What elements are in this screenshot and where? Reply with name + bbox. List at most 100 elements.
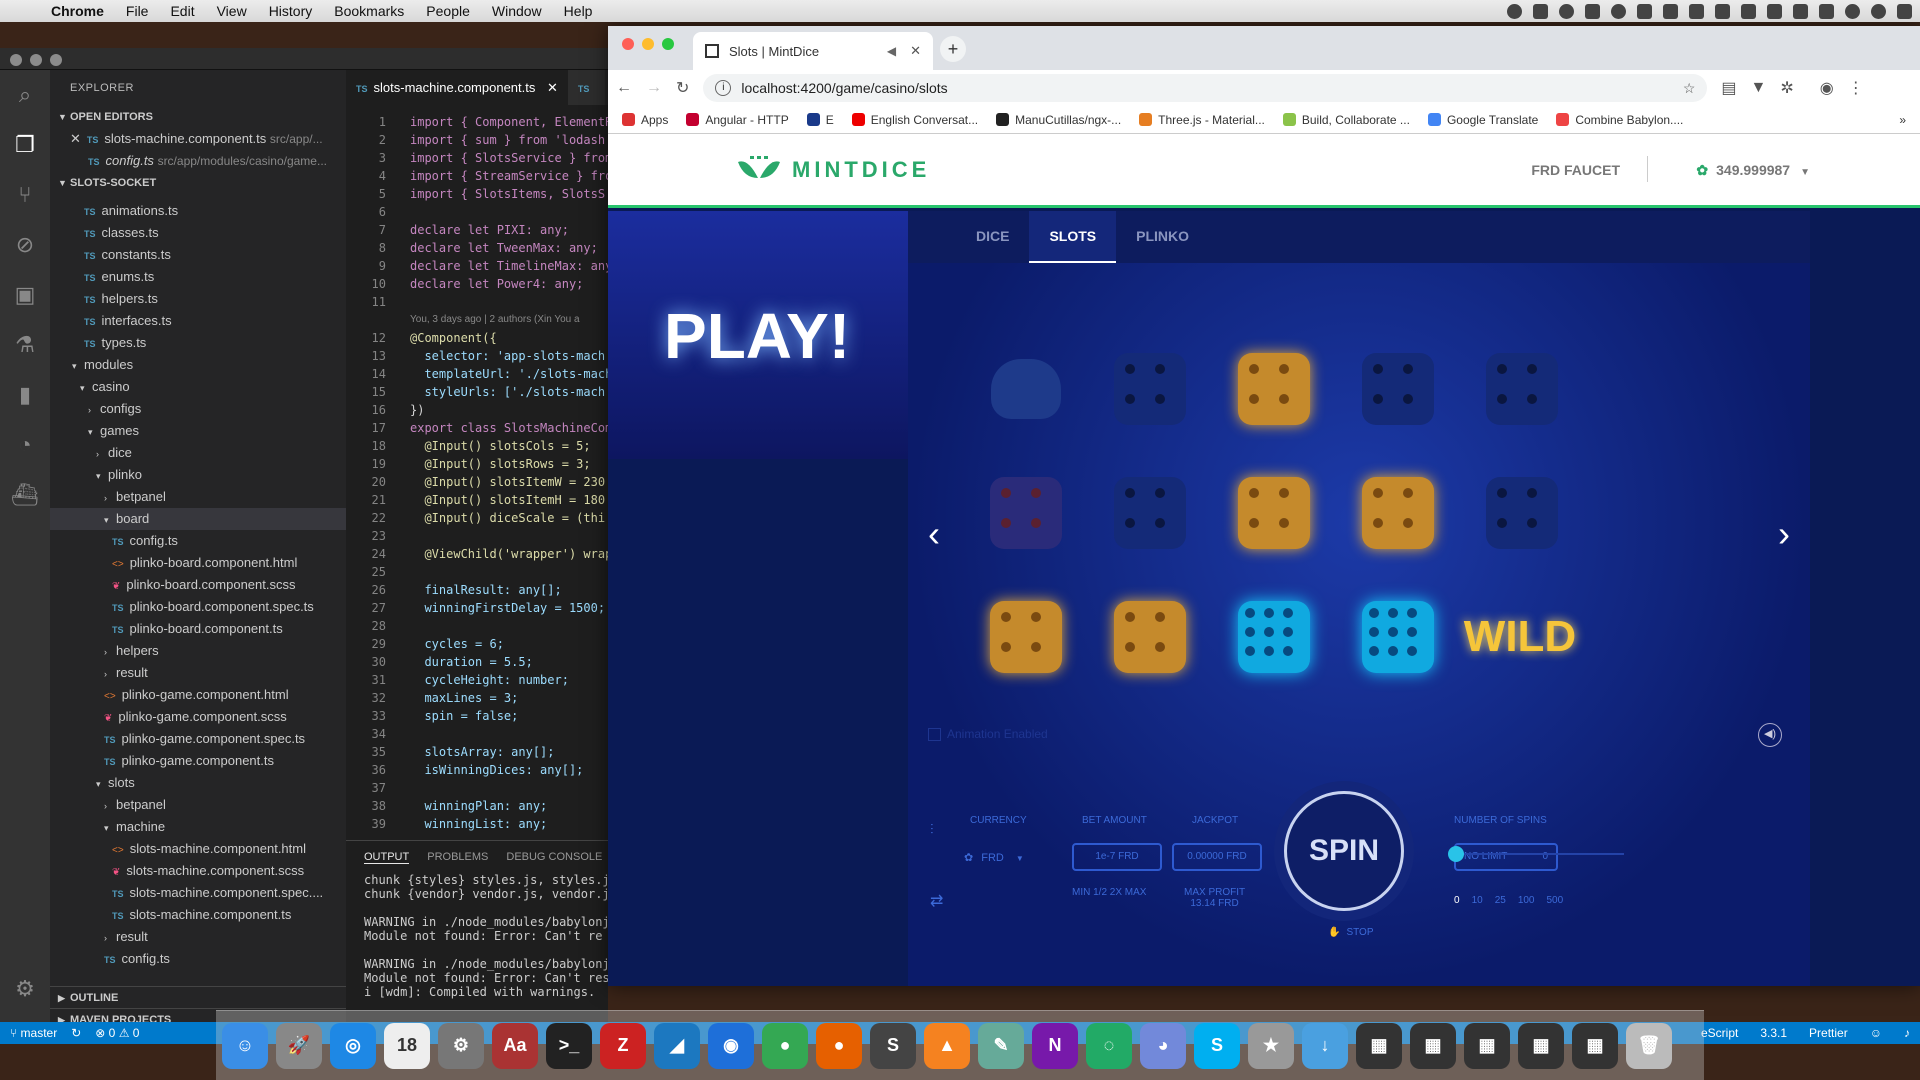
tree-item[interactable]: ❦ slots-machine.component.scss: [50, 860, 346, 882]
refresh-icon[interactable]: ⇄: [930, 891, 943, 911]
spin-count-chip[interactable]: 25: [1495, 895, 1506, 906]
language-mode[interactable]: eScript: [1701, 1026, 1738, 1040]
tree-item[interactable]: ▾ slots: [50, 772, 346, 794]
tab-plinko[interactable]: PLINKO: [1116, 211, 1209, 263]
browser-tab[interactable]: Slots | MintDice ◀ ✕: [693, 32, 933, 70]
status-icon[interactable]: [1611, 3, 1626, 19]
menu-file[interactable]: File: [115, 3, 160, 19]
back-icon[interactable]: ←: [616, 79, 632, 97]
play-banner[interactable]: PLAY!: [608, 211, 908, 459]
tree-item[interactable]: ▾ casino: [50, 376, 346, 398]
reload-icon[interactable]: ↻: [676, 78, 689, 98]
tree-item[interactable]: TS plinko-game.component.spec.ts: [50, 728, 346, 750]
open-editor-item[interactable]: ✕ TS slots-machine.component.ts src/app/..…: [50, 128, 346, 150]
number-of-spins-input[interactable]: NO LIMIT 0: [1454, 843, 1558, 871]
zoom-window-button[interactable]: [50, 54, 62, 66]
siri-icon[interactable]: [1871, 3, 1886, 19]
ts-version[interactable]: 3.3.1: [1760, 1026, 1787, 1040]
address-bar[interactable]: i localhost:4200/game/casino/slots ☆: [703, 74, 1708, 102]
maps-icon[interactable]: ◉: [708, 1022, 754, 1069]
close-window-button[interactable]: [622, 38, 634, 50]
extension-icon[interactable]: ▼: [1751, 79, 1767, 97]
skype-icon[interactable]: S: [1194, 1022, 1240, 1069]
panel-tab-output[interactable]: OUTPUT: [364, 851, 410, 864]
volume-icon[interactable]: [1793, 3, 1808, 19]
menu-history[interactable]: History: [258, 3, 324, 19]
sourcetree-icon[interactable]: ◌: [1086, 1022, 1132, 1069]
tree-item[interactable]: ❦ plinko-game.component.scss: [50, 706, 346, 728]
window-2-icon[interactable]: ▦: [1410, 1022, 1456, 1069]
chrome-icon[interactable]: ●: [762, 1022, 808, 1069]
status-icon[interactable]: [1741, 3, 1756, 19]
bookmark-item[interactable]: ManuCutillas/ngx-...: [996, 113, 1121, 127]
tree-item[interactable]: TS animations.ts: [50, 200, 346, 222]
system-preferences-icon[interactable]: ⚙: [438, 1022, 484, 1069]
vlc-icon[interactable]: ▲: [924, 1022, 970, 1069]
extension-icon[interactable]: ▤: [1721, 78, 1736, 98]
prettier-status[interactable]: Prettier: [1809, 1026, 1848, 1040]
tree-item[interactable]: ▾ board: [50, 508, 346, 530]
spins-slider-track[interactable]: [1456, 853, 1624, 855]
tree-item[interactable]: <> slots-machine.component.html: [50, 838, 346, 860]
new-tab-button[interactable]: +: [940, 36, 966, 62]
minimize-window-button[interactable]: [642, 38, 654, 50]
problems-count[interactable]: ⊗ 0 ⚠ 0: [95, 1026, 139, 1040]
sound-icon[interactable]: ◀): [1758, 723, 1782, 747]
tree-item[interactable]: › betpanel: [50, 486, 346, 508]
settings-sliders-icon[interactable]: ⫶: [930, 821, 934, 838]
vscode-icon[interactable]: ◢: [654, 1022, 700, 1069]
tree-item[interactable]: › result: [50, 926, 346, 948]
search-icon[interactable]: [1845, 3, 1860, 19]
menu-view[interactable]: View: [206, 3, 258, 19]
terminal-icon[interactable]: >_: [546, 1022, 592, 1069]
extension-icon[interactable]: ✲: [1780, 78, 1793, 98]
bookmark-item[interactable]: Three.js - Material...: [1139, 113, 1265, 127]
stop-button[interactable]: ✋ STOP: [1328, 927, 1374, 938]
speaker-icon[interactable]: ◀: [887, 44, 896, 58]
bookmark-item[interactable]: E: [806, 113, 834, 127]
window-1-icon[interactable]: ▦: [1356, 1022, 1402, 1069]
trash-icon[interactable]: 🗑: [1626, 1022, 1672, 1069]
panel-tab-debug-console[interactable]: DEBUG CONSOLE: [506, 851, 602, 863]
close-icon[interactable]: ✕: [547, 80, 558, 95]
tree-item[interactable]: TS types.ts: [50, 332, 346, 354]
status-icon[interactable]: [1533, 3, 1548, 19]
close-icon[interactable]: ✕: [70, 131, 81, 146]
preview-icon[interactable]: ✎: [978, 1022, 1024, 1069]
tree-item[interactable]: › helpers: [50, 640, 346, 662]
menu-chrome[interactable]: Chrome: [40, 3, 115, 19]
launchpad-icon[interactable]: 🚀: [276, 1022, 322, 1069]
discord-icon[interactable]: ◕: [1140, 1022, 1186, 1069]
spin-count-chip[interactable]: 100: [1518, 895, 1535, 906]
spin-count-chip[interactable]: 500: [1547, 895, 1564, 906]
zoom-window-button[interactable]: [662, 38, 674, 50]
tree-item[interactable]: <> plinko-game.component.html: [50, 684, 346, 706]
tree-item[interactable]: TS classes.ts: [50, 222, 346, 244]
debug-icon[interactable]: ⊘: [0, 220, 50, 270]
menu-bookmarks[interactable]: Bookmarks: [323, 3, 415, 19]
tree-item[interactable]: › result: [50, 662, 346, 684]
git-branch[interactable]: ⑂ master: [10, 1026, 57, 1040]
chevron-left-icon[interactable]: ‹: [928, 513, 940, 555]
tree-item[interactable]: TS constants.ts: [50, 244, 346, 266]
spins-slider-handle[interactable]: [1448, 846, 1464, 862]
tree-item[interactable]: TS plinko-board.component.spec.ts: [50, 596, 346, 618]
tree-item[interactable]: ▾ machine: [50, 816, 346, 838]
spin-count-chip[interactable]: 10: [1472, 895, 1483, 906]
tree-item[interactable]: › configs: [50, 398, 346, 420]
tree-item[interactable]: TS slots-machine.component.ts: [50, 904, 346, 926]
tree-item[interactable]: TS config.ts: [50, 948, 346, 970]
tree-item[interactable]: ▾ modules: [50, 354, 346, 376]
status-icon[interactable]: [1507, 3, 1522, 19]
wifi-icon[interactable]: [1767, 3, 1782, 19]
tab-slots[interactable]: SLOTS: [1029, 211, 1117, 263]
tree-item[interactable]: ▾ games: [50, 420, 346, 442]
app-star-icon[interactable]: ★: [1248, 1022, 1294, 1069]
panel-tab-problems[interactable]: PROBLEMS: [427, 851, 488, 863]
bookmark-item[interactable]: Build, Collaborate ...: [1282, 113, 1410, 127]
mintdice-logo[interactable]: MINTDICE: [736, 156, 930, 184]
extensions-icon[interactable]: ▣: [0, 270, 50, 320]
forward-icon[interactable]: →: [646, 79, 662, 97]
tree-item[interactable]: › betpanel: [50, 794, 346, 816]
menu-edit[interactable]: Edit: [159, 3, 205, 19]
